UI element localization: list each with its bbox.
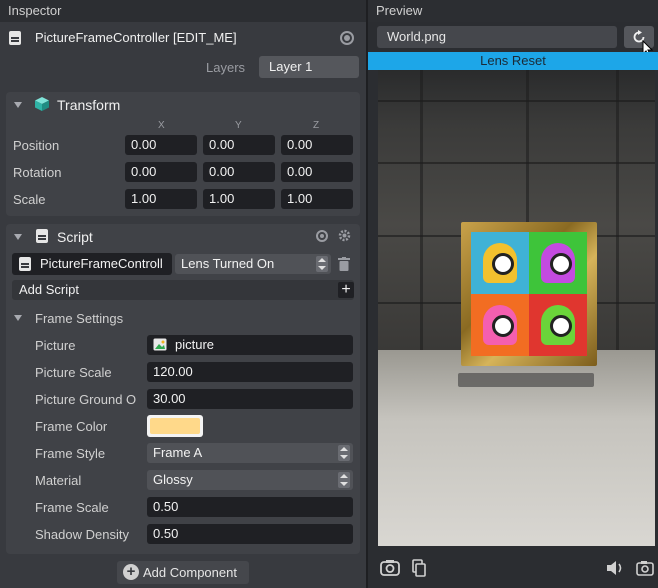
position-x-field[interactable]: 0.00 [125, 135, 197, 155]
scale-z-field[interactable]: 1.00 [281, 189, 353, 209]
material-dropdown[interactable]: Glossy [147, 470, 353, 490]
frame-scale-field[interactable]: 0.50 [147, 497, 353, 517]
object-enabled-toggle[interactable] [340, 31, 354, 45]
object-name[interactable]: PictureFrameController [EDIT_ME] [35, 30, 237, 46]
frame-color-fill [150, 418, 200, 434]
pop-art-picture [471, 232, 587, 356]
lens-reset-banner[interactable]: Lens Reset [368, 52, 658, 70]
dropdown-arrows-icon [316, 256, 328, 272]
position-y-field[interactable]: 0.00 [203, 135, 275, 155]
frame-shadow [458, 373, 594, 387]
script-enabled-toggle[interactable] [316, 230, 328, 242]
shadow-density-field[interactable]: 0.50 [147, 524, 353, 544]
switch-camera-icon[interactable] [380, 559, 400, 577]
plus-icon: + [341, 281, 351, 298]
rotation-y-field[interactable]: 0.00 [203, 162, 275, 182]
toggle-dot-icon [344, 35, 350, 41]
axis-z-label: Z [313, 120, 320, 131]
world-file-field[interactable]: World.png [377, 26, 617, 48]
add-component-button[interactable]: + Add Component [117, 561, 249, 584]
script-asset-field[interactable]: PictureFrameControll [12, 253, 172, 275]
script-title: Script [57, 229, 93, 245]
layer-selector[interactable]: Layer 1 [259, 56, 359, 78]
picture-label: Picture [35, 338, 76, 353]
toggle-dot-icon [320, 234, 324, 238]
image-icon [153, 338, 167, 351]
cube-icon [35, 97, 49, 111]
frame-scale-label: Frame Scale [35, 500, 109, 515]
preview-viewport[interactable] [378, 70, 655, 546]
ghost-figure-icon [541, 243, 575, 283]
picture-scale-field[interactable]: 120.00 [147, 362, 353, 382]
wall-pillar [420, 70, 423, 350]
picture-frame[interactable] [461, 222, 597, 366]
inspector-panel: Inspector PictureFrameController [EDIT_M… [0, 0, 366, 588]
dropdown-arrows-icon [338, 445, 350, 461]
script-asset-name: PictureFrameControll [40, 256, 163, 271]
plus-circle-icon: + [123, 564, 139, 580]
picture-scale-label: Picture Scale [35, 365, 112, 380]
axis-y-label: Y [235, 120, 242, 131]
gear-icon[interactable] [338, 229, 351, 242]
add-script-label: Add Script [19, 282, 79, 297]
script-file-icon [19, 257, 31, 271]
add-script-button[interactable]: + [338, 282, 354, 298]
dropdown-arrows-icon [338, 472, 350, 488]
scale-x-field[interactable]: 1.00 [125, 189, 197, 209]
frame-settings-title: Frame Settings [35, 311, 124, 326]
shadow-density-label: Shadow Density [35, 527, 129, 542]
picture-value: picture [175, 337, 215, 352]
material-label: Material [35, 473, 82, 488]
wall-pillar [616, 70, 619, 350]
material-value: Glossy [153, 472, 193, 487]
position-z-field[interactable]: 0.00 [281, 135, 353, 155]
frame-style-dropdown[interactable]: Frame A [147, 443, 353, 463]
art-quadrant [471, 232, 529, 294]
rotation-z-field[interactable]: 0.00 [281, 162, 353, 182]
preview-title: Preview [368, 0, 658, 22]
add-script-row: Add Script + [12, 280, 354, 300]
layers-label: Layers [206, 60, 246, 75]
rotation-label: Rotation [13, 165, 62, 180]
add-component-label: Add Component [143, 565, 237, 580]
frame-style-value: Frame A [153, 445, 203, 460]
picture-field[interactable]: picture [147, 335, 353, 355]
ghost-figure-icon [541, 305, 575, 345]
script-section: Script PictureFrameControll Lens Turned … [6, 224, 360, 554]
rotation-x-field[interactable]: 0.00 [125, 162, 197, 182]
object-icon [9, 31, 21, 45]
transform-title: Transform [57, 97, 121, 113]
art-quadrant [529, 294, 587, 356]
frame-color-label: Frame Color [35, 419, 108, 434]
transform-section: Transform X Y Z Position 0.00 0.00 0.00 … [6, 92, 360, 216]
scale-y-field[interactable]: 1.00 [203, 189, 275, 209]
preview-panel: Preview World.png Lens Reset [366, 0, 658, 588]
frame-color-swatch[interactable] [147, 415, 203, 437]
script-icon [36, 229, 48, 243]
inspector-title: Inspector [0, 0, 366, 22]
art-quadrant [529, 232, 587, 294]
scale-label: Scale [13, 192, 46, 207]
art-quadrant [471, 294, 529, 356]
trash-icon[interactable] [338, 257, 350, 271]
collapse-triangle-icon[interactable] [14, 102, 22, 108]
copy-icon[interactable] [412, 559, 426, 577]
ghost-figure-icon [483, 243, 517, 283]
axis-x-label: X [158, 120, 165, 131]
position-label: Position [13, 138, 60, 153]
volume-icon[interactable] [606, 560, 624, 576]
frame-settings-triangle-icon[interactable] [14, 315, 22, 321]
camera-snapshot-icon[interactable] [636, 560, 654, 576]
event-value: Lens Turned On [181, 256, 275, 271]
picture-ground-field[interactable]: 30.00 [147, 389, 353, 409]
frame-style-label: Frame Style [35, 446, 106, 461]
collapse-triangle-icon[interactable] [14, 234, 22, 240]
event-dropdown[interactable]: Lens Turned On [175, 254, 331, 274]
ghost-figure-icon [483, 305, 517, 345]
picture-ground-label: Picture Ground O [35, 392, 137, 407]
